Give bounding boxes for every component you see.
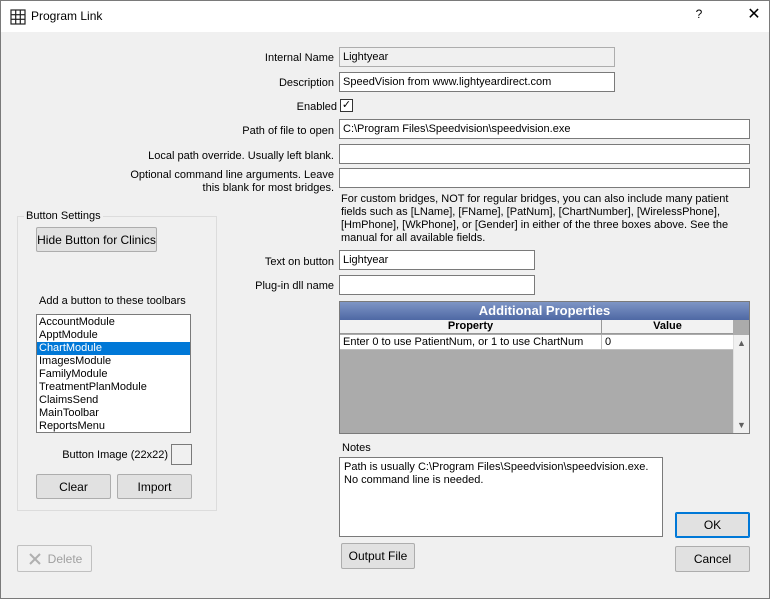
description-label: Description (278, 77, 334, 89)
grid-scrollbar[interactable]: ▲ ▼ (733, 335, 749, 433)
list-item[interactable]: MainToolbar (37, 407, 190, 420)
scroll-up-icon[interactable]: ▲ (734, 335, 749, 351)
grid-title: Additional Properties (340, 302, 749, 320)
notes-label: Notes (342, 442, 371, 454)
column-header-value[interactable]: Value (602, 320, 733, 334)
local-override-field[interactable] (339, 144, 750, 164)
close-button[interactable]: ✕ (744, 5, 764, 25)
button-image-preview (171, 444, 192, 465)
delete-label: Delete (47, 551, 83, 566)
additional-properties-grid: Additional Properties Property Value Ent… (339, 301, 750, 434)
import-button[interactable]: Import (117, 474, 192, 499)
hide-button-for-clinics-button[interactable]: Hide Button for Clinics (36, 227, 157, 252)
description-field[interactable]: SpeedVision from www.lightyeardirect.com (339, 72, 615, 92)
text-on-button-label: Text on button (264, 256, 334, 268)
button-image-label: Button Image (22x22) (62, 449, 168, 461)
window-title: Program Link (31, 9, 103, 23)
output-file-button[interactable]: Output File (341, 543, 415, 569)
property-cell[interactable]: Enter 0 to use PatientNum, or 1 to use C… (340, 335, 602, 350)
list-item[interactable]: FamilyModule (37, 368, 190, 381)
cmd-args-label: Optional command line arguments. Leave t… (130, 169, 334, 194)
list-item[interactable]: ClaimsSend (37, 394, 190, 407)
delete-button: Delete (17, 545, 92, 572)
list-item[interactable]: TreatmentPlanModule (37, 381, 190, 394)
path-field[interactable]: C:\Program Files\Speedvision\speedvision… (339, 119, 750, 139)
delete-x-icon (28, 552, 41, 565)
list-item-selected[interactable]: ChartModule (37, 342, 190, 355)
column-header-property[interactable]: Property (340, 320, 602, 334)
program-link-window: Program Link ? ✕ Internal Name Lightyear… (0, 0, 770, 599)
cmd-args-field[interactable] (339, 168, 750, 188)
grid-app-icon (10, 9, 26, 25)
custom-bridge-help-text: For custom bridges, NOT for regular brid… (341, 193, 729, 244)
scroll-down-icon[interactable]: ▼ (734, 417, 749, 433)
internal-name-label: Internal Name (264, 52, 334, 64)
toolbars-label: Add a button to these toolbars (39, 295, 186, 307)
title-bar: Program Link ? ✕ (1, 1, 769, 32)
path-label: Path of file to open (242, 125, 334, 137)
enabled-checkbox[interactable]: ✓ (340, 99, 353, 112)
toolbars-listbox[interactable]: AccountModule ApptModule ChartModule Ima… (36, 314, 191, 433)
list-item[interactable]: AccountModule (37, 316, 190, 329)
notes-textarea[interactable]: Path is usually C:\Program Files\Speedvi… (339, 457, 663, 537)
button-settings-title: Button Settings (24, 210, 103, 222)
enabled-label: Enabled (296, 101, 337, 113)
help-button[interactable]: ? (691, 7, 707, 25)
list-item[interactable]: ImagesModule (37, 355, 190, 368)
clear-button[interactable]: Clear (36, 474, 111, 499)
ok-button[interactable]: OK (675, 512, 750, 538)
plugin-dll-field[interactable] (339, 275, 535, 295)
cancel-button[interactable]: Cancel (675, 546, 750, 572)
local-override-label: Local path override. Usually left blank. (148, 150, 334, 162)
list-item[interactable]: ReportsMenu (37, 420, 190, 432)
value-cell[interactable]: 0 (602, 335, 733, 350)
text-on-button-field[interactable]: Lightyear (339, 250, 535, 270)
plugin-dll-label: Plug-in dll name (255, 280, 334, 292)
internal-name-field[interactable]: Lightyear (339, 47, 615, 67)
list-item[interactable]: ApptModule (37, 329, 190, 342)
